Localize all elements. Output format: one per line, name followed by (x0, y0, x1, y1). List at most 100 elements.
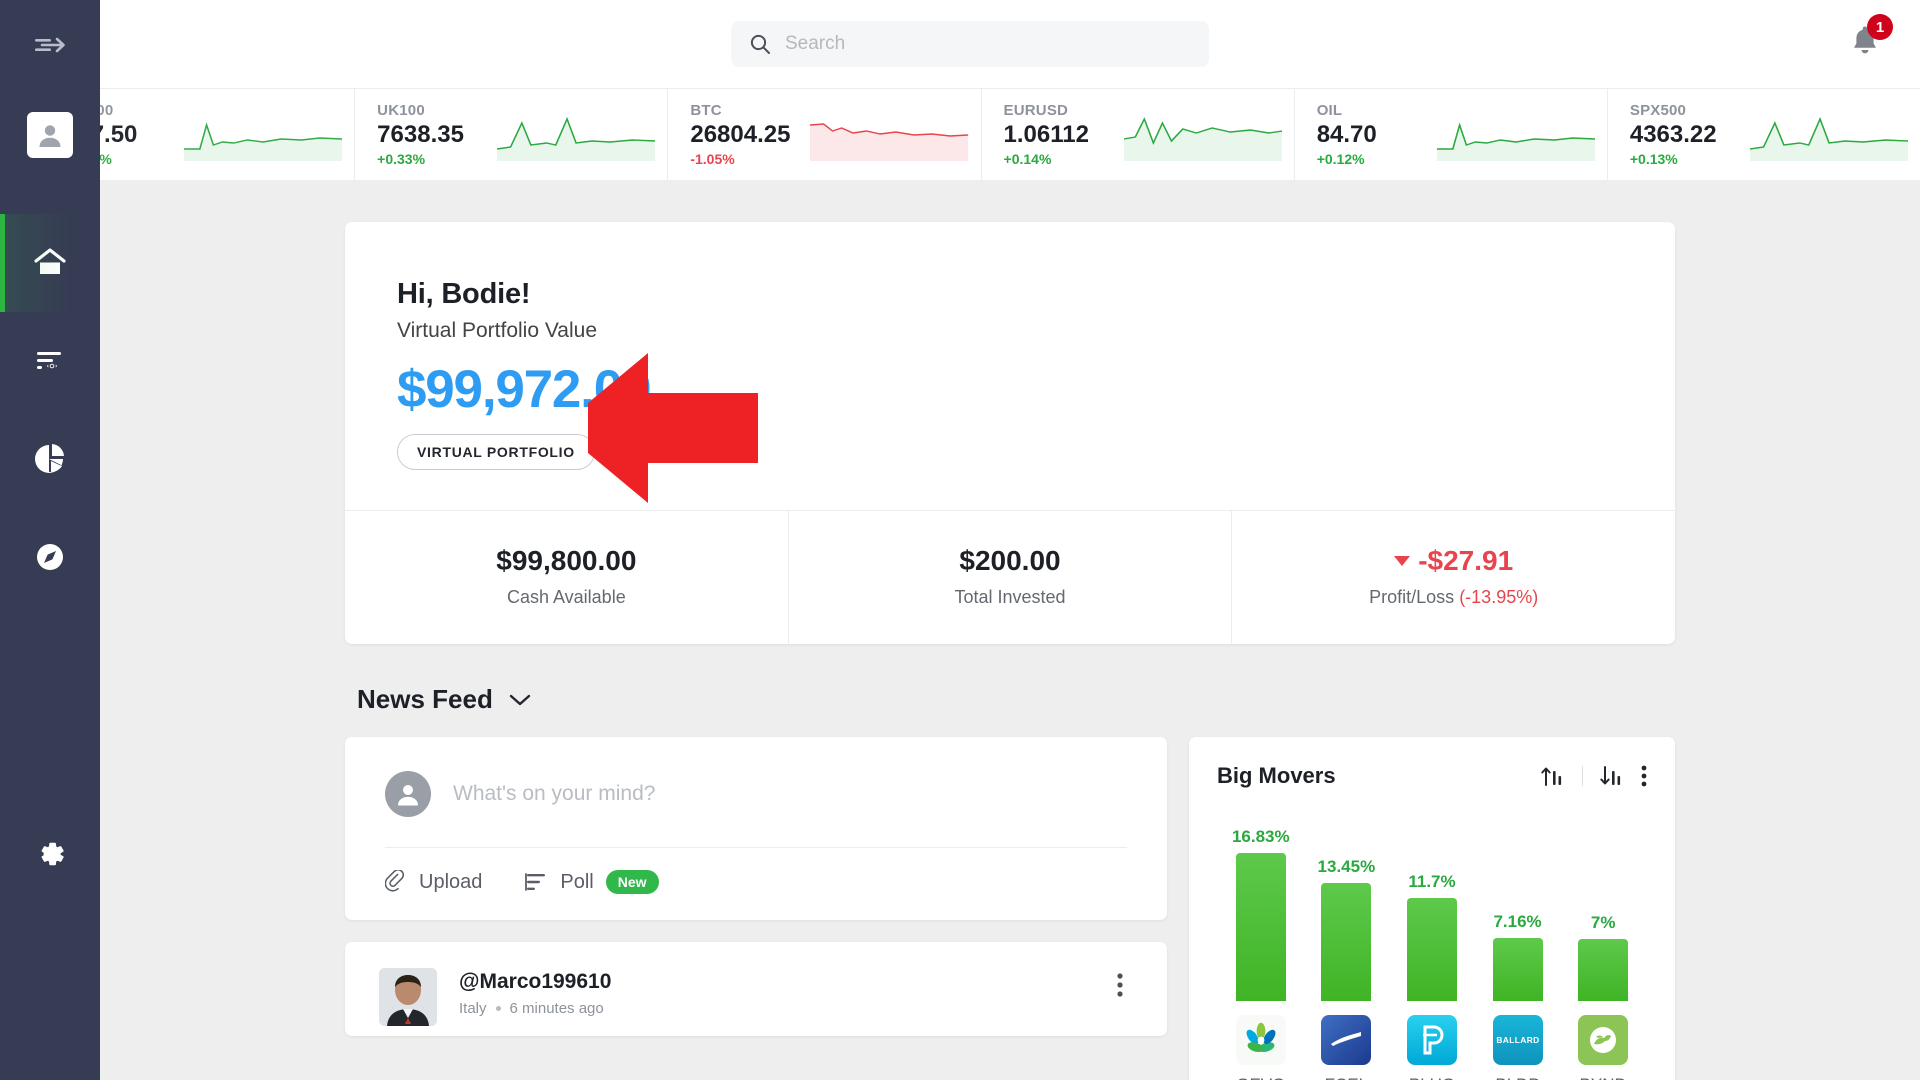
gear-icon (41, 842, 64, 866)
ticker-info: EURUSD 1.06112 +0.14% (1004, 102, 1116, 167)
separator-dot (495, 1006, 501, 1011)
bar-column-bynd[interactable]: 7% (1565, 811, 1641, 1001)
market-ticker-bar: QQ100157.50 +0.31% UK1007638.35 +0.33% BTC26… (100, 88, 1920, 180)
stat-value: $99,800.00 (496, 545, 637, 576)
ticker-change: +0.12% (1316, 151, 1365, 168)
bar-rect (1235, 853, 1286, 1001)
ticker-item-btc[interactable]: BTC 26804.25 -1.05% (667, 89, 980, 180)
upload-button[interactable]: Upload (385, 870, 482, 894)
pie-chart-icon (35, 444, 64, 473)
composer-actions: Upload Poll New (385, 847, 1127, 920)
upload-label: Upload (419, 870, 483, 893)
sidebar-item-discover[interactable] (0, 508, 100, 606)
sidebar-item-home[interactable] (0, 214, 100, 312)
news-feed-header[interactable]: News Feed (357, 684, 1675, 715)
sort-descending-button[interactable] (1599, 764, 1625, 788)
poll-icon (525, 873, 546, 891)
mover-item-fcel[interactable]: FCEL (1309, 1015, 1385, 1080)
notifications-button[interactable]: 1 (1848, 14, 1893, 65)
arrow-right-lines-icon (35, 37, 65, 53)
mover-item-bldp[interactable]: BALLARD BLDP (1480, 1015, 1556, 1080)
big-movers-tools (1540, 764, 1647, 788)
ticker-info: QQ100157.50 +0.31% (100, 102, 176, 167)
bar-column-gevo[interactable]: 16.83% (1223, 811, 1299, 1001)
big-movers-card: Big Movers 16.83% 13.45% 11.7% 7.16% 7% … (1189, 737, 1675, 1080)
stat-label-wrapper: Profit/Loss (-13.95%) (1242, 587, 1665, 608)
ticker-symbol: OIL (1316, 101, 1343, 119)
home-icon (34, 248, 66, 274)
stat-profit-loss: -$27.91 Profit/Loss (-13.95%) (1231, 511, 1675, 644)
bar-column-plug[interactable]: 11.7% (1394, 811, 1470, 1001)
mover-item-bynd[interactable]: BYND (1565, 1015, 1641, 1080)
post-options-button[interactable] (1107, 968, 1133, 1007)
poll-label: Poll (560, 870, 594, 893)
stat-cash-available: $99,800.00 Cash Available (345, 511, 788, 644)
ticker-info: OIL 84.70 +0.12% (1317, 102, 1429, 167)
portfolio-summary: Hi, Bodie! Virtual Portfolio Value $99,9… (345, 222, 1675, 510)
ticker-item-oil[interactable]: OIL 84.70 +0.12% (1293, 89, 1607, 180)
sidebar-item-settings[interactable] (0, 836, 100, 872)
tools-separator (1582, 766, 1583, 786)
app-root: 1 QQ100157.50 +0.31% UK1007638.35 +0.33% BTC… (0, 0, 1920, 1080)
ticker-info: SPX500 4363.22 +0.13% (1630, 102, 1742, 167)
post-submeta: Italy 6 minutes ago (459, 1000, 1085, 1017)
ticker-symbol: UK100 (377, 101, 425, 119)
virtual-portfolio-chip[interactable]: VIRTUAL PORTFOLIO (397, 434, 595, 470)
post-username[interactable]: @Marco199610 (459, 970, 1085, 994)
ticker-sparkline (1749, 107, 1909, 163)
search-box[interactable] (731, 21, 1209, 67)
collapse-sidebar-button[interactable] (28, 26, 72, 64)
composer-input[interactable] (453, 782, 1127, 806)
poll-new-badge: New (605, 870, 659, 894)
stat-value-wrapper: -$27.91 (1242, 545, 1665, 577)
bar-column-bldp[interactable]: 7.16% (1480, 811, 1556, 1001)
company-logo-plug (1406, 1015, 1457, 1065)
ticker-label: PLUG (1409, 1075, 1455, 1080)
feed-post: @Marco199610 Italy 6 minutes ago (345, 942, 1167, 1036)
sidebar-item-portfolio[interactable] (0, 410, 100, 508)
poll-button[interactable]: Poll New (524, 870, 659, 894)
post-country: Italy (459, 1000, 487, 1017)
ticker-item-spx500[interactable]: SPX500 4363.22 +0.13% (1606, 89, 1920, 180)
search-input[interactable] (785, 33, 1191, 55)
ticker-price: 26804.25 (690, 120, 791, 148)
ticker-change: +0.31% (100, 151, 112, 168)
watchlist-eye-icon (37, 352, 61, 370)
company-logo-fcel (1321, 1015, 1372, 1065)
greeting-text: Hi, Bodie! (397, 278, 531, 310)
ticker-item-uk100[interactable]: UK100 7638.35 +0.33% (354, 89, 667, 180)
ticker-price: 1.06112 (1003, 120, 1089, 148)
company-logo-bynd (1578, 1015, 1629, 1065)
company-logo-gevo (1235, 1015, 1286, 1065)
bar-column-fcel[interactable]: 13.45% (1309, 811, 1385, 1001)
sidebar-item-watchlist[interactable] (0, 312, 100, 410)
ticker-label: FCEL (1325, 1075, 1368, 1080)
stat-label: Cash Available (506, 587, 626, 607)
post-avatar[interactable] (379, 968, 437, 1026)
portfolio-stats-row: $99,800.00 Cash Available $200.00 Total … (345, 510, 1675, 644)
paperclip-icon (385, 870, 405, 892)
ticker-item-qq100[interactable]: QQ100157.50 +0.31% (100, 89, 354, 180)
mover-item-gevo[interactable]: GEVO (1223, 1015, 1299, 1080)
mover-item-plug[interactable]: PLUG (1394, 1015, 1470, 1080)
post-composer-card: Upload Poll (345, 737, 1167, 920)
post-meta: @Marco199610 Italy 6 minutes ago (459, 968, 1085, 1017)
sort-ascending-button[interactable] (1540, 764, 1566, 788)
kebab-menu-icon (1117, 973, 1123, 997)
ticker-item-eurusd[interactable]: EURUSD 1.06112 +0.14% (980, 89, 1294, 180)
compass-icon (37, 544, 63, 570)
person-icon (39, 125, 61, 147)
stat-total-invested: $200.00 Total Invested (787, 511, 1232, 644)
composer-input-row (385, 771, 1127, 847)
feed-column-right: Big Movers 16.83% 13.45% 11.7% 7.16% 7% … (1189, 737, 1675, 1080)
ticker-price: 7638.35 (377, 120, 464, 148)
chevron-down-icon[interactable] (507, 692, 533, 708)
ticker-price: 4363.22 (1629, 120, 1717, 148)
big-movers-menu-button[interactable] (1641, 764, 1647, 788)
sidebar-user-avatar[interactable] (27, 112, 73, 158)
top-bar: 1 (100, 0, 1920, 88)
ticker-symbol: EURUSD (1003, 101, 1069, 119)
bar-value-label: 7.16% (1493, 912, 1542, 931)
bar-rect (1406, 898, 1457, 1001)
svg-text:BALLARD: BALLARD (1496, 1035, 1539, 1045)
